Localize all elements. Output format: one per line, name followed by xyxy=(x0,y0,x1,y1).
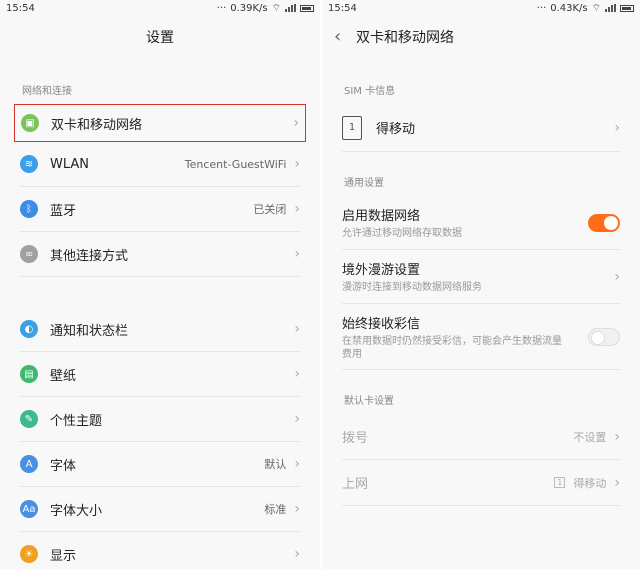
mms-toggle[interactable] xyxy=(588,327,620,346)
chevron-right-icon: › xyxy=(293,115,299,131)
settings-item-display[interactable]: ☀ 显示 › xyxy=(20,532,300,569)
battery-icon xyxy=(620,4,634,12)
item-label: 蓝牙 xyxy=(50,203,77,219)
font-size-icon: Aa xyxy=(20,500,38,518)
item-label: 显示 xyxy=(50,548,77,564)
sim-card-item[interactable]: 1 得移动 › xyxy=(342,104,620,152)
item-title: 境外漫游设置 xyxy=(342,263,421,278)
chevron-right-icon: › xyxy=(294,366,300,382)
item-label: 双卡和移动网络 xyxy=(51,117,143,133)
settings-item-theme[interactable]: ✎ 个性主题 › xyxy=(20,397,300,442)
item-label: 字体 xyxy=(50,458,77,474)
chevron-right-icon: › xyxy=(294,546,300,562)
more-dots-icon: ··· xyxy=(536,2,547,14)
item-label: 字体大小 xyxy=(50,503,103,519)
item-value: 得移动 xyxy=(573,476,607,490)
sidebar-item-dual-sim[interactable]: ▣ 双卡和移动网络 › xyxy=(14,104,306,142)
net-speed: 0.39K/s xyxy=(230,2,268,14)
settings-item-font[interactable]: A 字体 默认 › xyxy=(20,442,300,487)
signal-icon xyxy=(605,4,616,12)
roaming-item[interactable]: 境外漫游设置 漫游时连接到移动数据网络服务 › xyxy=(342,250,620,304)
wifi-icon: ⌔ xyxy=(271,2,281,14)
status-time: 15:54 xyxy=(6,2,35,14)
back-arrow-icon[interactable]: ‹ xyxy=(334,26,341,47)
settings-item-wallpaper[interactable]: ▤ 壁纸 › xyxy=(20,352,300,397)
item-label: 其他连接方式 xyxy=(50,248,129,264)
default-dial-item[interactable]: 拨号 不设置 › xyxy=(342,414,620,460)
item-title: 启用数据网络 xyxy=(342,209,421,224)
page-title: 设置 xyxy=(146,30,174,46)
battery-icon xyxy=(300,4,314,12)
item-label: 壁纸 xyxy=(50,368,77,384)
item-subtitle: 允许通过移动网络存取数据 xyxy=(342,228,462,239)
status-bar: 15:54 ··· 0.43K/s ⌔ xyxy=(322,0,640,16)
status-bar: 15:54 ··· 0.39K/s ⌔ xyxy=(0,0,320,16)
link-icon: ∞ xyxy=(20,245,38,263)
status-time: 15:54 xyxy=(328,2,357,14)
chevron-right-icon: › xyxy=(294,501,300,517)
dual-sim-icon: ▣ xyxy=(21,114,39,132)
chevron-right-icon: › xyxy=(614,268,620,285)
settings-item-font-size[interactable]: Aa 字体大小 标准 › xyxy=(20,487,300,532)
chevron-right-icon: › xyxy=(294,156,300,172)
chevron-right-icon: › xyxy=(614,474,620,491)
item-value: 默认 xyxy=(264,458,287,471)
more-dots-icon: ··· xyxy=(216,2,227,14)
chevron-right-icon: › xyxy=(294,411,300,427)
item-subtitle: 漫游时连接到移动数据网络服务 xyxy=(342,282,482,293)
item-label: 个性主题 xyxy=(50,413,103,429)
mobile-data-item[interactable]: 启用数据网络 允许通过移动网络存取数据 xyxy=(342,196,620,250)
default-data-item[interactable]: 上网 1 得移动 › xyxy=(342,460,620,506)
page-title: 双卡和移动网络 xyxy=(356,30,454,46)
section-sim-header: SIM 卡信息 xyxy=(344,86,396,97)
bluetooth-icon: ᛒ xyxy=(20,200,38,218)
item-value: Tencent-GuestWiFi xyxy=(184,157,287,171)
screen: 15:54 ··· 0.39K/s ⌔ 设置 网络和连接 ▣ 双卡和移动网络 ›… xyxy=(0,0,640,569)
item-label: 通知和状态栏 xyxy=(50,323,129,339)
mobile-data-toggle[interactable] xyxy=(588,213,620,232)
settings-item-bluetooth[interactable]: ᛒ 蓝牙 已关闭 › xyxy=(20,187,300,232)
chevron-right-icon: › xyxy=(614,428,620,445)
font-icon: A xyxy=(20,455,38,473)
theme-icon: ✎ xyxy=(20,410,38,428)
item-label: 拨号 xyxy=(342,431,369,446)
display-icon: ☀ xyxy=(20,545,38,563)
settings-panel: 15:54 ··· 0.39K/s ⌔ 设置 网络和连接 ▣ 双卡和移动网络 ›… xyxy=(0,0,320,569)
chevron-right-icon: › xyxy=(294,246,300,262)
item-value: 已关闭 xyxy=(253,203,287,216)
settings-item-notifications[interactable]: ◐ 通知和状态栏 › xyxy=(20,307,300,352)
signal-icon xyxy=(285,4,296,12)
section-default-header: 默认卡设置 xyxy=(344,396,394,407)
wallpaper-icon: ▤ xyxy=(20,365,38,383)
settings-item-other-connections[interactable]: ∞ 其他连接方式 › xyxy=(20,232,300,277)
item-label: WLAN xyxy=(50,156,90,172)
chevron-right-icon: › xyxy=(294,456,300,472)
item-title: 始终接收彩信 xyxy=(342,316,421,332)
sim-badge-icon: 1 xyxy=(554,477,566,488)
mms-item[interactable]: 始终接收彩信 在禁用数据时仍然接受彩信，可能会产生数据流量费用 xyxy=(342,304,620,370)
section-network-header: 网络和连接 xyxy=(22,86,72,97)
item-label: 上网 xyxy=(342,477,369,492)
item-subtitle: 在禁用数据时仍然接受彩信，可能会产生数据流量费用 xyxy=(342,335,562,360)
dual-sim-panel: 15:54 ··· 0.43K/s ⌔ ‹ 双卡和移动网络 SIM 卡信息 1 … xyxy=(320,0,640,569)
chevron-right-icon: › xyxy=(294,201,300,217)
sim-name: 得移动 xyxy=(376,122,416,137)
item-value: 标准 xyxy=(264,503,287,516)
header: ‹ 双卡和移动网络 xyxy=(322,16,640,58)
chevron-right-icon: › xyxy=(294,321,300,337)
sim-card-icon: 1 xyxy=(342,115,362,140)
chevron-right-icon: › xyxy=(614,119,620,136)
net-speed: 0.43K/s xyxy=(550,2,588,14)
wifi-icon: ≋ xyxy=(20,155,38,173)
settings-item-wlan[interactable]: ≋ WLAN Tencent-GuestWiFi › xyxy=(20,142,300,187)
section-general-header: 通用设置 xyxy=(344,178,384,189)
wifi-icon: ⌔ xyxy=(591,2,601,14)
item-value: 不设置 xyxy=(573,430,607,444)
notification-icon: ◐ xyxy=(20,320,38,338)
